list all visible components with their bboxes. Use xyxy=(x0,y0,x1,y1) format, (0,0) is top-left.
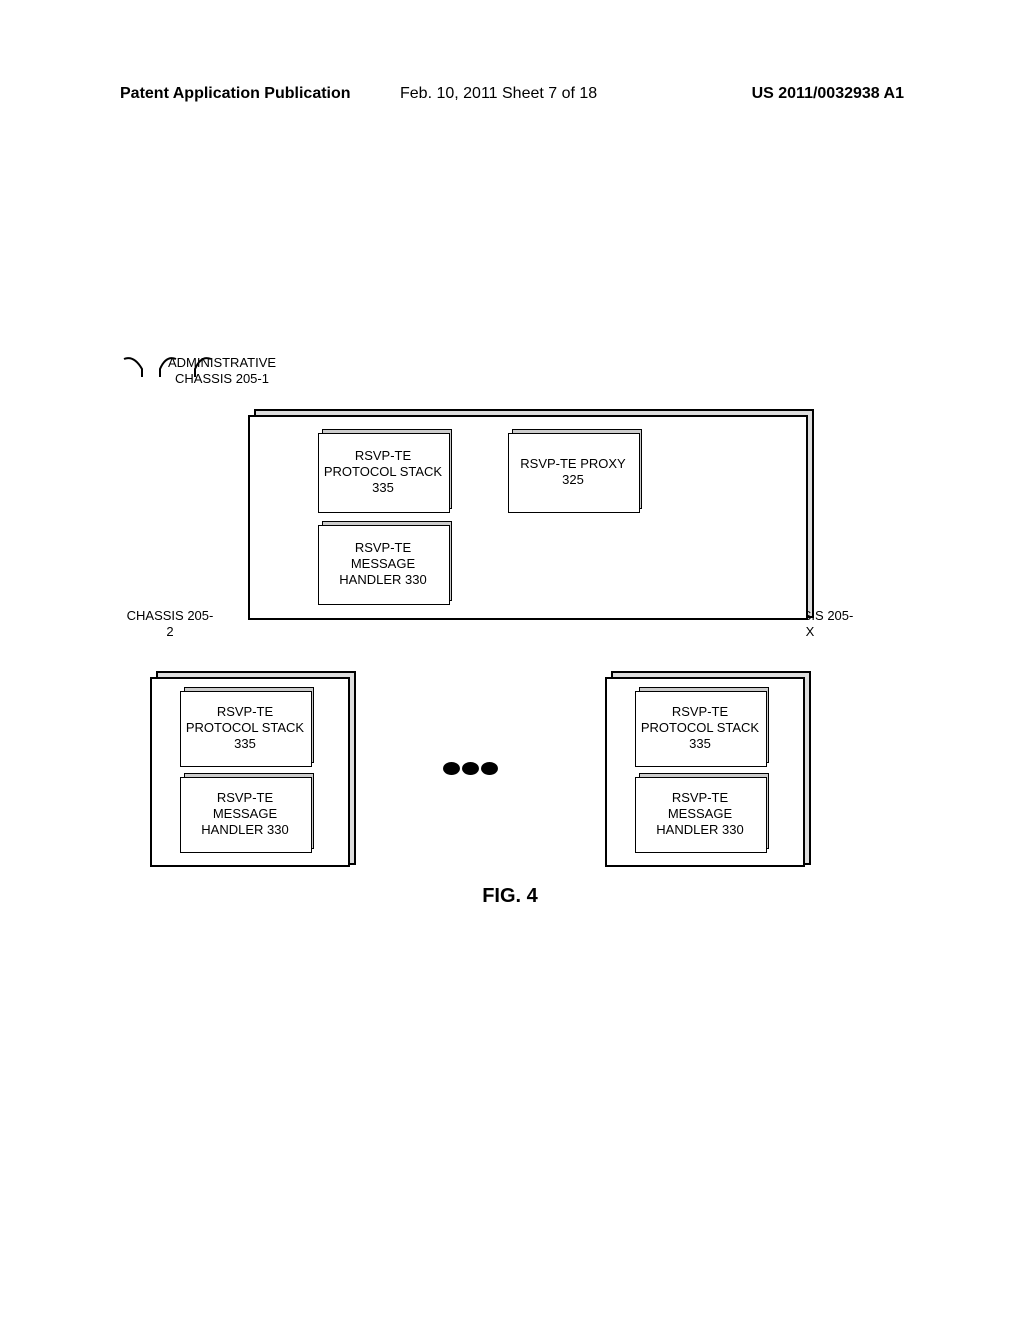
leader-line-icon xyxy=(120,355,150,381)
box-text: RSVP-TE MESSAGE HANDLER 330 xyxy=(322,540,444,589)
ellipsis-icon xyxy=(410,755,530,781)
admin-chassis-label: ADMINISTRATIVE CHASSIS 205-1 xyxy=(152,355,292,386)
chassis-right-box: RSVP-TE PROTOCOL STACK 335 RSVP-TE MESSA… xyxy=(605,677,805,867)
rsvp-te-protocol-stack-box: RSVP-TE PROTOCOL STACK 335 xyxy=(180,691,310,765)
box-text: RSVP-TE MESSAGE HANDLER 330 xyxy=(184,790,306,839)
box-text: RSVP-TE PROTOCOL STACK 335 xyxy=(322,448,444,497)
box-text: RSVP-TE PROTOCOL STACK 335 xyxy=(184,704,306,753)
box-text: RSVP-TE MESSAGE HANDLER 330 xyxy=(639,790,761,839)
figure-diagram: ADMINISTRATIVE CHASSIS 205-1 RSVP-TE PRO… xyxy=(120,355,900,386)
header-pub-number: US 2011/0032938 A1 xyxy=(752,85,904,103)
rsvp-te-message-handler-box: RSVP-TE MESSAGE HANDLER 330 xyxy=(180,777,310,851)
rsvp-te-message-handler-box: RSVP-TE MESSAGE HANDLER 330 xyxy=(635,777,765,851)
box-text: RSVP-TE PROTOCOL STACK 335 xyxy=(639,704,761,753)
header-sheet-info: Feb. 10, 2011 Sheet 7 of 18 xyxy=(400,85,597,103)
chassis-left-label: CHASSIS 205-2 xyxy=(125,608,215,639)
header-publication: Patent Application Publication xyxy=(120,85,351,103)
rsvp-te-protocol-stack-box: RSVP-TE PROTOCOL STACK 335 xyxy=(635,691,765,765)
rsvp-te-protocol-stack-box: RSVP-TE PROTOCOL STACK 335 xyxy=(318,433,448,511)
rsvp-te-message-handler-box: RSVP-TE MESSAGE HANDLER 330 xyxy=(318,525,448,603)
rsvp-te-proxy-box: RSVP-TE PROXY 325 xyxy=(508,433,638,511)
figure-caption: FIG. 4 xyxy=(120,885,900,908)
chassis-left-box: RSVP-TE PROTOCOL STACK 335 RSVP-TE MESSA… xyxy=(150,677,350,867)
admin-chassis-box: RSVP-TE PROTOCOL STACK 335 RSVP-TE PROXY… xyxy=(248,415,808,620)
box-text: RSVP-TE PROXY 325 xyxy=(512,456,634,489)
